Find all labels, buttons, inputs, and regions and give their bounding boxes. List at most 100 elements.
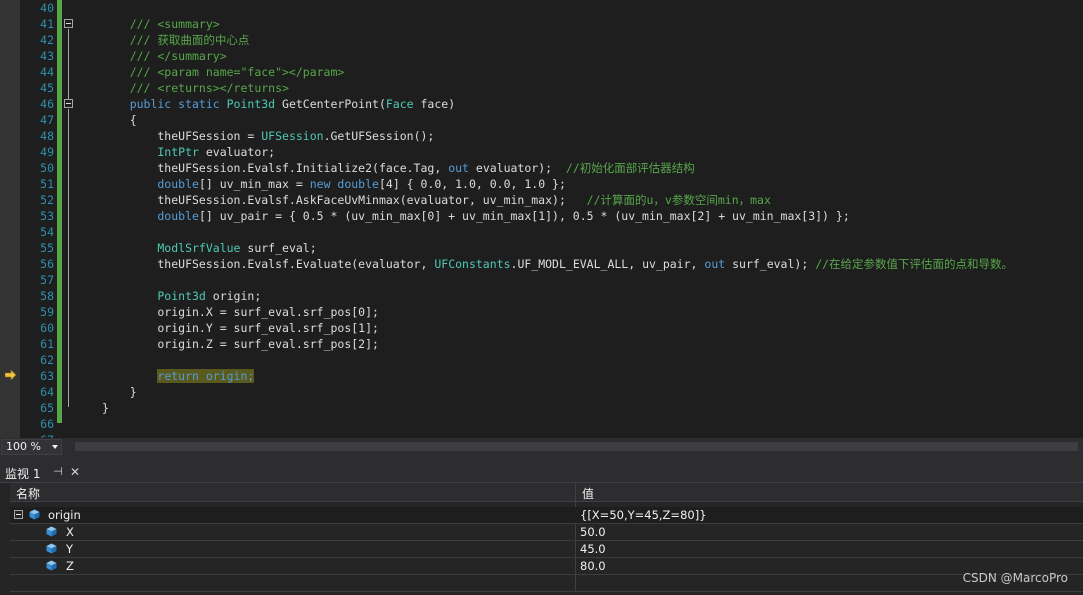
line-number: 45 <box>40 81 54 95</box>
code-line[interactable]: } <box>102 400 109 416</box>
code-line[interactable]: theUFSession.Evalsf.Initialize2(face.Tag… <box>102 160 695 176</box>
watch-row-value[interactable]: 80.0 <box>580 559 606 573</box>
code-token: } <box>102 385 137 399</box>
watch-tab[interactable]: 监视 1 ⊣ ✕ <box>0 461 1083 483</box>
code-token: /// <param name="face"></param> <box>102 65 345 79</box>
line-number: 66 <box>40 417 54 431</box>
code-token: Point3d <box>102 289 206 303</box>
code-token: .UF_MODL_EVAL_ALL, uv_pair, <box>510 257 705 271</box>
field-icon <box>46 543 57 554</box>
code-token: return origin; <box>157 369 255 383</box>
code-token: theUFSession = <box>102 129 262 143</box>
code-line[interactable]: public static Point3d GetCenterPoint(Fac… <box>102 96 455 112</box>
watch-panel: 监视 1 ⊣ ✕ 名称 值 origin {[X=50,Y=45,Z=80]} … <box>0 461 1083 595</box>
watch-tab-title: 监视 1 <box>5 467 41 481</box>
close-icon[interactable]: ✕ <box>69 466 81 478</box>
code-line[interactable]: theUFSession = UFSession.GetUFSession(); <box>102 128 434 144</box>
watch-row-empty[interactable] <box>10 575 1083 592</box>
code-line[interactable]: { <box>102 112 137 128</box>
code-token: UFConstants <box>434 257 511 271</box>
code-token: /// 获取曲面的中心点 <box>102 33 250 47</box>
code-token: .GetUFSession(); <box>323 129 435 143</box>
code-line[interactable]: double[] uv_pair = { 0.5 * (uv_min_max[0… <box>102 208 849 224</box>
name-column-header[interactable]: 名称 <box>16 485 40 502</box>
watch-row-z[interactable]: Z 80.0 <box>10 558 1083 575</box>
watch-row-origin[interactable]: origin {[X=50,Y=45,Z=80]} <box>10 507 1083 524</box>
collapse-summary-icon[interactable] <box>64 19 73 28</box>
line-number: 53 <box>40 209 54 223</box>
code-token: [4] { 0.0, 1.0, 0.0, 1.0 }; <box>378 177 566 191</box>
line-number: 55 <box>40 241 54 255</box>
code-token: //初始化面部评估器结构 <box>565 161 695 175</box>
field-icon <box>46 560 57 571</box>
code-token: //在给定参数值下评估面的点和导数。 <box>815 257 1014 271</box>
horizontal-scrollbar[interactable] <box>75 442 1078 451</box>
code-token: surf_eval); <box>725 257 816 271</box>
code-token: origin; <box>205 289 262 303</box>
code-token: /// <summary> <box>102 17 220 31</box>
code-line[interactable]: return origin; <box>102 368 255 384</box>
code-token: new double <box>309 177 379 191</box>
value-column-header[interactable]: 值 <box>582 485 594 502</box>
code-token: theUFSession.Evalsf.Evaluate(evaluator, <box>102 257 435 271</box>
code-line[interactable]: /// <returns></returns> <box>102 80 289 96</box>
line-number: 65 <box>40 401 54 415</box>
code-token: Face <box>385 97 414 111</box>
code-token: [] uv_min_max = <box>198 177 310 191</box>
code-token: theUFSession.Evalsf.AskFaceUvMinmax(eval… <box>102 193 587 207</box>
code-line[interactable]: ModlSrfValue surf_eval; <box>102 240 317 256</box>
code-token: /// <returns></returns> <box>102 81 289 95</box>
watch-row-name: X <box>66 525 74 539</box>
watch-row-name: Z <box>66 559 74 573</box>
watch-row-value[interactable]: 45.0 <box>580 542 606 556</box>
line-number: 49 <box>40 145 54 159</box>
pin-icon[interactable]: ⊣ <box>52 466 64 478</box>
object-icon <box>29 509 40 520</box>
code-line[interactable]: origin.Z = surf_eval.srf_pos[2]; <box>102 336 379 352</box>
code-line[interactable]: theUFSession.Evalsf.AskFaceUvMinmax(eval… <box>102 192 771 208</box>
code-line[interactable]: /// 获取曲面的中心点 <box>102 32 250 48</box>
code-token: face) <box>413 97 456 111</box>
line-number: 43 <box>40 49 54 63</box>
code-token: origin.X = surf_eval.srf_pos[0]; <box>102 305 379 319</box>
line-number: 57 <box>40 273 54 287</box>
code-line[interactable]: Point3d origin; <box>102 288 261 304</box>
code-line[interactable]: double[] uv_min_max = new double[4] { 0.… <box>102 176 566 192</box>
watermark: CSDN @MarcoPro <box>962 571 1068 585</box>
code-line[interactable]: /// <param name="face"></param> <box>102 64 345 80</box>
code-area[interactable]: /// <summary> /// 获取曲面的中心点 /// </summary… <box>66 0 1083 438</box>
code-line[interactable]: origin.Y = surf_eval.srf_pos[1]; <box>102 320 379 336</box>
line-number: 58 <box>40 289 54 303</box>
zoom-level-dropdown[interactable]: 100 % <box>1 439 62 455</box>
code-token: surf_eval; <box>240 241 317 255</box>
watch-row-value[interactable]: {[X=50,Y=45,Z=80]} <box>580 508 707 522</box>
code-editor[interactable]: 40 41 42 43 44 45 46 47 48 49 50 51 52 53 54 55 56 57 58 59… <box>0 0 1083 438</box>
code-token: ModlSrfValue <box>102 241 241 255</box>
code-token: } <box>102 401 109 415</box>
code-line[interactable]: /// </summary> <box>102 48 227 64</box>
code-token: evaluator); <box>468 161 566 175</box>
code-line[interactable]: } <box>102 384 137 400</box>
code-token: Point3d <box>226 97 276 111</box>
code-token: //计算面的u，v参数空间min，max <box>586 193 771 207</box>
code-line[interactable]: theUFSession.Evalsf.Evaluate(evaluator, … <box>102 256 1013 272</box>
collapse-method-icon[interactable] <box>64 99 73 108</box>
code-token: out <box>704 257 726 271</box>
line-number: 64 <box>40 385 54 399</box>
code-token: origin.Y = surf_eval.srf_pos[1]; <box>102 321 379 335</box>
code-line[interactable]: /// <summary> <box>102 16 220 32</box>
collapse-icon[interactable] <box>14 510 23 519</box>
code-line[interactable]: IntPtr evaluator; <box>102 144 275 160</box>
line-number: 60 <box>40 321 54 335</box>
line-number: 41 <box>40 17 54 31</box>
watch-row-value[interactable]: 50.0 <box>580 525 606 539</box>
code-line[interactable]: origin.X = surf_eval.srf_pos[0]; <box>102 304 379 320</box>
change-tracking-bar <box>57 0 62 423</box>
line-number: 54 <box>40 225 54 239</box>
zoom-level-value: 100 % <box>6 440 41 453</box>
line-number: 47 <box>40 113 54 127</box>
watch-row-x[interactable]: X 50.0 <box>10 524 1083 541</box>
code-token: evaluator; <box>198 145 276 159</box>
watch-row-y[interactable]: Y 45.0 <box>10 541 1083 558</box>
code-token: /// </summary> <box>102 49 227 63</box>
